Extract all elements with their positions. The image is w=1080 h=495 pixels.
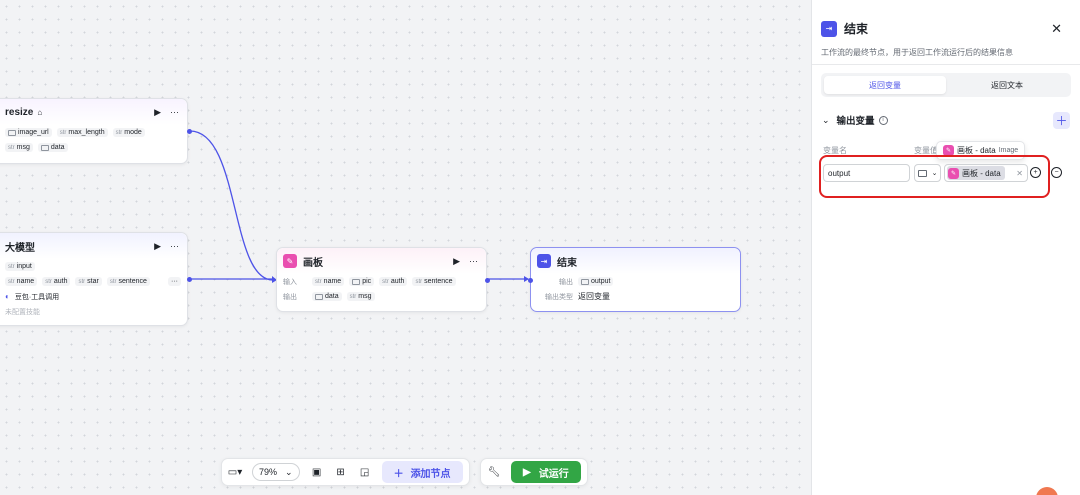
input-tag: str mode bbox=[112, 128, 145, 137]
input-tag: str sentence bbox=[412, 277, 456, 286]
end-icon: ⇥ bbox=[821, 20, 837, 37]
comment-icon[interactable]: ▣ bbox=[310, 465, 324, 479]
chevron-down-icon: ⌄ bbox=[285, 466, 293, 477]
play-icon: ▶ bbox=[523, 466, 531, 478]
param-tag: str auth bbox=[42, 277, 71, 286]
output-tag: output bbox=[578, 277, 614, 286]
more-icon[interactable]: ··· bbox=[170, 107, 179, 117]
image-type-icon bbox=[581, 278, 589, 285]
skills-hint: 未配置技能 bbox=[5, 308, 40, 316]
plus-icon: ＋ bbox=[393, 468, 404, 480]
highlight-box bbox=[819, 155, 1050, 198]
image-type-icon bbox=[40, 144, 49, 151]
layout-icon[interactable]: ⊞ bbox=[334, 465, 348, 479]
input-tag: str input bbox=[5, 262, 35, 271]
output-tag: data bbox=[37, 143, 68, 152]
param-tag: str sentence bbox=[106, 277, 150, 286]
model-icon: ◐ bbox=[5, 292, 10, 301]
panel-title: 结束 bbox=[844, 22, 869, 36]
section-title: 输出变量 bbox=[836, 116, 875, 127]
add-node-button[interactable]: ＋ 添加节点 bbox=[381, 461, 463, 483]
chevron-down-icon[interactable]: ⌄ bbox=[822, 115, 830, 126]
tooltip-type: Image bbox=[998, 147, 1019, 154]
model-name: 豆包·工具调用 bbox=[14, 293, 60, 301]
test-run-button[interactable]: ▶ 试运行 bbox=[511, 461, 581, 483]
input-tag: pic bbox=[349, 277, 375, 286]
close-icon[interactable]: ✕ bbox=[1051, 21, 1062, 37]
output-port[interactable] bbox=[187, 277, 192, 282]
run-node-icon[interactable]: ▶ bbox=[154, 107, 161, 118]
output-variables-section: ⌄ 输出变量 i ＋ bbox=[812, 111, 1080, 129]
output-tag: data bbox=[312, 292, 342, 301]
info-icon[interactable]: i bbox=[878, 115, 888, 125]
zoom-value: 79% bbox=[259, 467, 278, 477]
output-type-label: 输出类型 bbox=[545, 293, 573, 301]
board-icon: ✎ bbox=[283, 254, 297, 268]
output-port[interactable] bbox=[485, 278, 490, 283]
param-tag: str star bbox=[75, 277, 102, 286]
remove-circle-icon[interactable]: − bbox=[1051, 167, 1062, 178]
more-icon[interactable]: ··· bbox=[170, 241, 179, 251]
wrench-icon[interactable]: 🔧︎ bbox=[487, 465, 501, 479]
end-icon: ⇥ bbox=[537, 254, 551, 268]
node-title: resize bbox=[5, 106, 34, 118]
image-type-icon bbox=[315, 293, 323, 300]
input-port[interactable] bbox=[528, 278, 533, 283]
output-tag: str msg bbox=[5, 143, 33, 152]
input-label: 输入 bbox=[283, 278, 297, 286]
workflow-canvas[interactable]: resize ⌂ ▶ ··· image_url str max_length s… bbox=[0, 0, 812, 495]
zoom-select[interactable]: 79% ⌄ bbox=[252, 463, 300, 481]
run-toolbar: 🔧︎ ▶ 试运行 bbox=[480, 458, 588, 486]
output-label: 输出 bbox=[283, 293, 297, 301]
note-icon[interactable]: ◲ bbox=[358, 465, 372, 479]
output-port[interactable] bbox=[187, 129, 192, 134]
image-type-icon bbox=[352, 278, 361, 285]
node-title: 大模型 bbox=[5, 242, 35, 254]
image-type-icon bbox=[8, 129, 16, 136]
run-node-icon[interactable]: ▶ bbox=[453, 256, 460, 267]
add-variable-button[interactable]: ＋ bbox=[1053, 111, 1070, 129]
panel-description: 工作流的最终节点，用于返回工作流运行后的结果信息 bbox=[812, 37, 1080, 65]
output-type-value: 返回变量 bbox=[578, 292, 610, 301]
input-tag: str name bbox=[312, 277, 345, 286]
node-title: 画板 bbox=[303, 257, 323, 269]
edge-resize-to-board bbox=[189, 130, 273, 281]
badge-icon: ⌂ bbox=[37, 107, 43, 117]
input-tag: str auth bbox=[379, 277, 408, 286]
node-resize[interactable]: resize ⌂ ▶ ··· image_url str max_length s… bbox=[0, 98, 192, 164]
tab-return-variable[interactable]: 返回变量 bbox=[824, 76, 946, 94]
minimap-icon[interactable]: ▭▾ bbox=[228, 465, 242, 479]
more-params-tag[interactable]: ··· bbox=[168, 277, 181, 286]
input-tag: str max_length bbox=[56, 128, 108, 137]
tab-return-text[interactable]: 返回文本 bbox=[946, 76, 1068, 94]
node-title: 结束 bbox=[557, 257, 577, 269]
node-end[interactable]: ⇥ 结束 输出 output 输出类型 返回变量 bbox=[528, 247, 741, 312]
more-icon[interactable]: ··· bbox=[469, 256, 478, 266]
node-board[interactable]: ✎ 画板 ▶ ··· 输入 str name pic str auth str sen… bbox=[276, 247, 490, 312]
end-node-panel: ⇥ 结束 ✕ 工作流的最终节点，用于返回工作流运行后的结果信息 返回变量 返回文… bbox=[811, 0, 1080, 495]
output-tag: str msg bbox=[346, 292, 375, 301]
node-llm[interactable]: 大模型 ▶ ··· str input str name str auth str st… bbox=[0, 232, 192, 326]
output-label: 输出 bbox=[559, 278, 573, 286]
param-tag: str name bbox=[5, 277, 38, 286]
return-mode-tabs: 返回变量 返回文本 bbox=[821, 73, 1071, 97]
run-node-icon[interactable]: ▶ bbox=[154, 241, 161, 252]
bottom-toolbar: ▭▾ 79% ⌄ ▣ ⊞ ◲ ＋ 添加节点 bbox=[221, 458, 470, 486]
input-tag: image_url bbox=[5, 128, 52, 137]
